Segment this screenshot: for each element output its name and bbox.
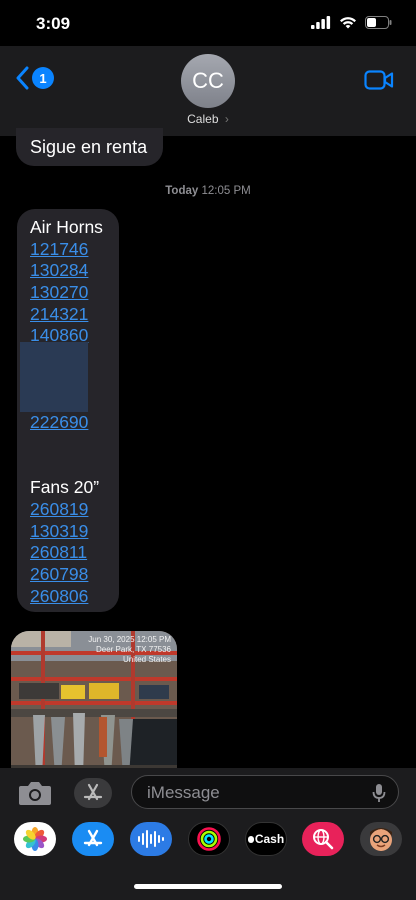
camera-icon[interactable] xyxy=(18,779,52,807)
photos-app-icon[interactable] xyxy=(14,822,56,856)
back-button[interactable]: 1 xyxy=(16,66,54,90)
photo-overlay-text: Jun 30, 2025 12:05 PM Deer Park, TX 7753… xyxy=(77,635,177,665)
air-horn-link[interactable]: 222690 xyxy=(30,412,88,432)
photos-flower-icon xyxy=(23,827,47,851)
message-heading: Fans 20” xyxy=(30,477,100,498)
fitness-activity-app-icon[interactable] xyxy=(188,822,230,856)
timestamp-time: 12:05 PM xyxy=(201,185,251,197)
chevron-right-icon: › xyxy=(224,112,229,126)
previous-message-bubble: Sigue en renta xyxy=(16,128,164,166)
memoji-face-icon xyxy=(370,828,392,851)
contact-name: Caleb xyxy=(187,112,219,126)
wifi-icon xyxy=(340,17,356,29)
contact-name-button[interactable]: Caleb › xyxy=(0,112,416,126)
photo-overlay-line: Jun 30, 2025 12:05 PM xyxy=(88,635,171,644)
status-time: 3:09 xyxy=(36,14,71,33)
app-store-button[interactable] xyxy=(74,778,112,808)
status-icons xyxy=(311,16,392,29)
fan-link[interactable]: 260798 xyxy=(30,564,88,584)
app-store-a-icon xyxy=(83,829,103,847)
waveform-icon xyxy=(138,830,164,848)
apple-cash-app-icon[interactable]: Cash xyxy=(245,822,287,856)
facetime-video-icon[interactable] xyxy=(364,70,394,90)
fan-link[interactable]: 260819 xyxy=(30,499,88,519)
contact-avatar[interactable]: CC xyxy=(181,54,235,108)
app-store-app-icon[interactable] xyxy=(72,822,114,856)
fan-link[interactable]: 260806 xyxy=(30,586,88,606)
apps-icon xyxy=(83,783,103,801)
unread-badge: 1 xyxy=(32,67,54,89)
home-indicator[interactable] xyxy=(134,884,282,889)
audio-message-app-icon[interactable] xyxy=(130,822,172,856)
message-input[interactable] xyxy=(145,776,359,810)
photo-attachment[interactable]: Jun 30, 2025 12:05 PM Deer Park, TX 7753… xyxy=(11,631,177,776)
air-horn-link[interactable]: 214321 xyxy=(30,304,88,324)
globe-search-icon xyxy=(313,829,334,850)
cellular-signal-icon xyxy=(311,16,331,29)
battery-icon xyxy=(365,16,392,29)
message-heading: Air Horns xyxy=(30,217,103,237)
timestamp: Today 12:05 PM xyxy=(0,185,416,197)
microphone-icon[interactable] xyxy=(372,783,386,803)
fan-link[interactable]: 130319 xyxy=(30,521,88,541)
message-input-field[interactable] xyxy=(131,775,399,810)
air-horn-link[interactable]: 121746 xyxy=(30,239,88,259)
fan-link[interactable]: 260811 xyxy=(30,542,87,562)
activity-rings-icon xyxy=(197,827,221,851)
timestamp-day: Today xyxy=(165,185,199,197)
air-horn-link[interactable]: 130284 xyxy=(30,260,88,280)
search-images-app-icon[interactable] xyxy=(302,822,344,856)
photo-overlay-line: United States xyxy=(122,655,171,664)
redacted-region xyxy=(20,342,88,412)
photo-overlay-line: Deer Park, TX 77536 xyxy=(95,645,171,654)
air-horn-link[interactable]: 130270 xyxy=(30,282,88,302)
apple-cash-label: Cash xyxy=(254,832,285,846)
chevron-left-icon xyxy=(16,66,29,90)
apple-logo-icon xyxy=(247,835,254,843)
memoji-app-icon[interactable] xyxy=(360,822,402,856)
